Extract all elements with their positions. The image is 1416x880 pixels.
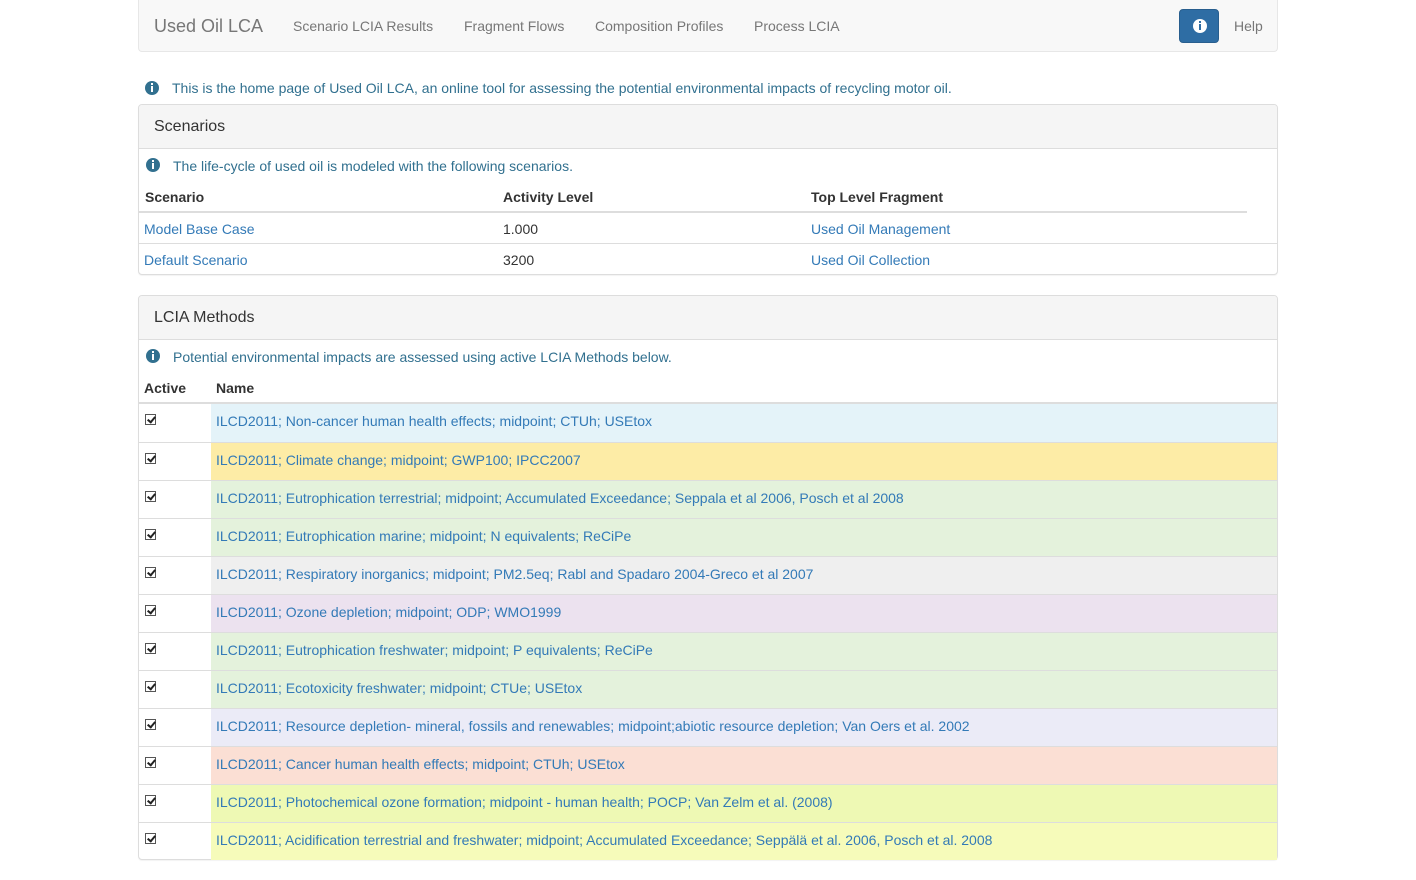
nav-process-lcia[interactable]: Process LCIA [754,18,840,34]
method-name-link[interactable]: ILCD2011; Respiratory inorganics; midpoi… [216,566,813,582]
method-row: ILCD2011; Resource depletion- mineral, f… [139,708,1277,746]
active-checkbox[interactable] [145,719,156,730]
lcia-note: Potential environmental impacts are asse… [173,349,672,365]
method-name-link[interactable]: ILCD2011; Ozone depletion; midpoint; ODP… [216,604,561,620]
method-name-link[interactable]: ILCD2011; Resource depletion- mineral, f… [216,718,970,734]
active-checkbox[interactable] [145,491,156,502]
scenario-link[interactable]: Model Base Case [144,221,255,237]
nav-fragment-flows[interactable]: Fragment Flows [464,18,564,34]
info-sign-icon [145,81,159,95]
active-checkbox[interactable] [145,643,156,654]
column-header-activity-level: Activity Level [503,189,594,205]
active-checkbox[interactable] [145,681,156,692]
method-name-link[interactable]: ILCD2011; Acidification terrestrial and … [216,832,992,848]
column-header-name: Name [216,380,255,396]
fragment-link[interactable]: Used Oil Management [811,221,950,237]
scenarios-panel: Scenarios The life-cycle of used oil is … [138,104,1278,275]
method-name-link[interactable]: ILCD2011; Eutrophication marine; midpoin… [216,528,631,544]
column-header-top-level-fragment: Top Level Fragment [811,189,943,205]
active-checkbox[interactable] [145,453,156,464]
active-checkbox[interactable] [145,833,156,844]
lcia-methods-panel: LCIA Methods Potential environmental imp… [138,295,1278,860]
column-header-scenario: Scenario [145,189,205,205]
nav-scenario-lcia-results[interactable]: Scenario LCIA Results [293,18,433,34]
scenario-link[interactable]: Default Scenario [144,252,248,268]
navbar: Used Oil LCA Scenario LCIA Results Fragm… [138,0,1278,52]
scenarios-panel-title: Scenarios [139,105,1277,149]
brand-link[interactable]: Used Oil LCA [154,16,263,37]
method-row: ILCD2011; Photochemical ozone formation;… [139,784,1277,822]
info-button[interactable] [1179,9,1219,43]
column-header-active: Active [144,380,187,396]
method-row: ILCD2011; Respiratory inorganics; midpoi… [139,556,1277,594]
method-name-link[interactable]: ILCD2011; Eutrophication freshwater; mid… [216,642,653,658]
active-checkbox[interactable] [145,529,156,540]
active-checkbox[interactable] [145,605,156,616]
method-name-link[interactable]: ILCD2011; Eutrophication terrestrial; mi… [216,490,904,506]
method-name-link[interactable]: ILCD2011; Photochemical ozone formation;… [216,794,833,810]
info-sign-icon [146,158,160,172]
info-sign-icon [1193,19,1207,33]
method-row: ILCD2011; Acidification terrestrial and … [139,822,1277,860]
method-row: ILCD2011; Climate change; midpoint; GWP1… [139,442,1277,480]
method-row: ILCD2011; Ecotoxicity freshwater; midpoi… [139,670,1277,708]
active-checkbox[interactable] [145,567,156,578]
method-row: ILCD2011; Cancer human health effects; m… [139,746,1277,784]
method-row: ILCD2011; Ozone depletion; midpoint; ODP… [139,594,1277,632]
active-checkbox[interactable] [145,757,156,768]
method-name-link[interactable]: ILCD2011; Non-cancer human health effect… [216,413,652,429]
info-sign-icon [146,349,160,363]
row-divider [139,243,1277,244]
method-row: ILCD2011; Non-cancer human health effect… [139,404,1277,442]
method-row: ILCD2011; Eutrophication freshwater; mid… [139,632,1277,670]
nav-composition-profiles[interactable]: Composition Profiles [595,18,723,34]
intro-text: This is the home page of Used Oil LCA, a… [172,80,952,96]
lcia-panel-title: LCIA Methods [139,296,1277,340]
active-checkbox[interactable] [145,795,156,806]
method-name-link[interactable]: ILCD2011; Cancer human health effects; m… [216,756,625,772]
method-row: ILCD2011; Eutrophication terrestrial; mi… [139,480,1277,518]
method-name-link[interactable]: ILCD2011; Climate change; midpoint; GWP1… [216,452,581,468]
scenarios-note: The life-cycle of used oil is modeled wi… [173,158,573,174]
method-row: ILCD2011; Eutrophication marine; midpoin… [139,518,1277,556]
method-name-link[interactable]: ILCD2011; Ecotoxicity freshwater; midpoi… [216,680,582,696]
help-link[interactable]: Help [1234,18,1263,34]
activity-level: 1.000 [503,221,539,237]
fragment-link[interactable]: Used Oil Collection [811,252,930,268]
active-checkbox[interactable] [145,414,156,425]
activity-level: 3200 [503,252,535,268]
header-divider [139,211,1247,213]
